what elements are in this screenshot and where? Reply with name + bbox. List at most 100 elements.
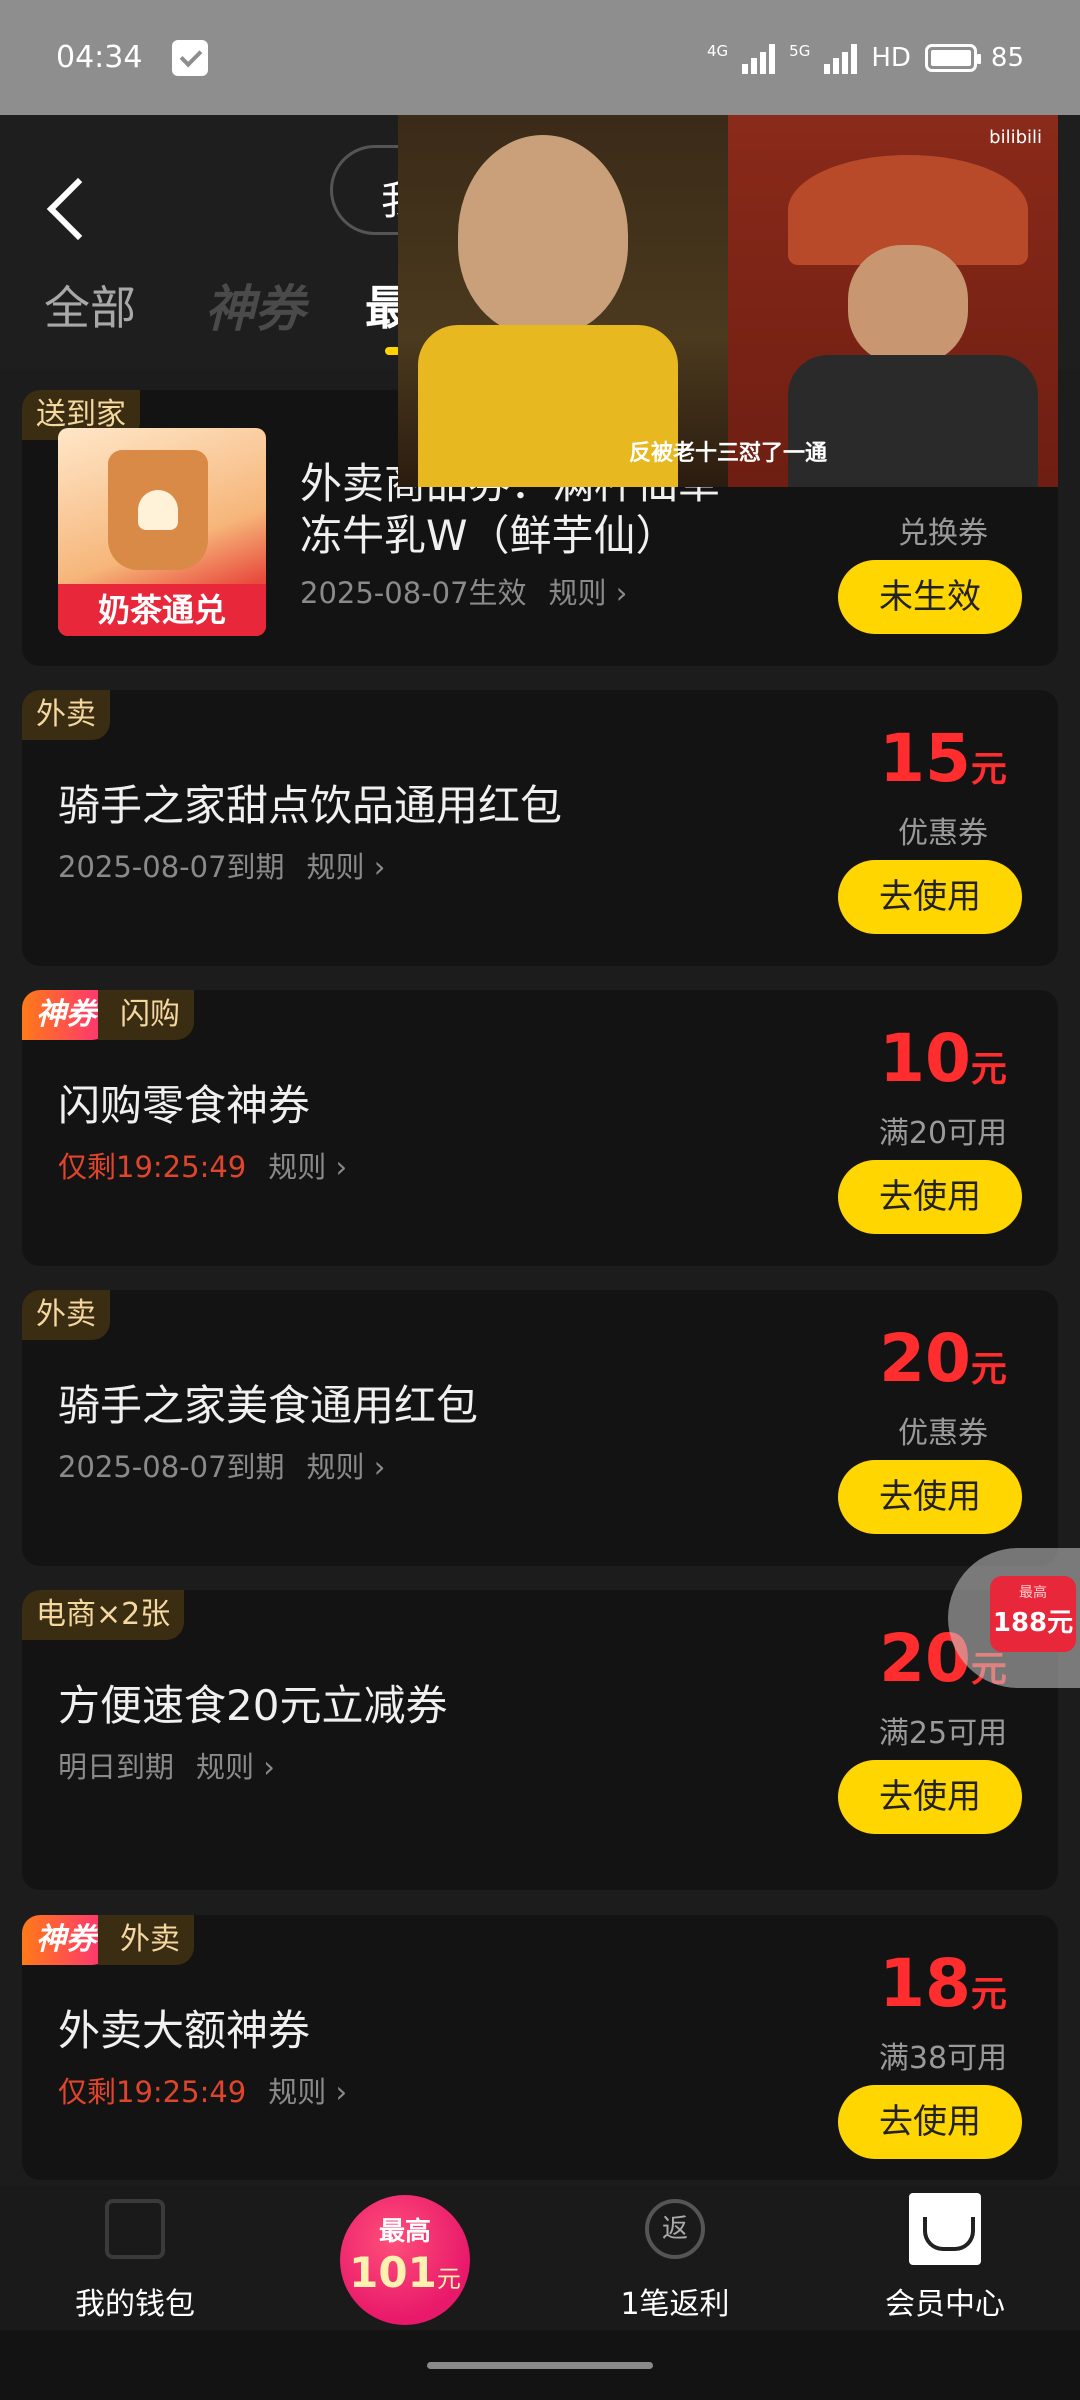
coupon-title-line2: 冻牛乳W（鲜芋仙）: [300, 511, 678, 560]
category-tag: 闪购: [98, 990, 194, 1040]
coupon-countdown: 仅剩19:25:49 规则: [58, 1144, 347, 1186]
badge-small-text: 最高: [1019, 1585, 1047, 1601]
coupon-type: 兑换券: [898, 516, 988, 551]
shenquan-tag: 神券: [22, 1915, 110, 1965]
countdown-text: 仅剩19:25:49: [58, 2075, 247, 2109]
coupon-amount: 10元: [828, 1020, 1058, 1097]
date-text: 明日到期: [58, 1750, 175, 1784]
rule-link[interactable]: 规则: [196, 1750, 275, 1784]
battery-icon: [924, 43, 981, 72]
status-bar: 04:34 4G 5G HD 85: [0, 0, 1080, 115]
date-text: 2025-08-07到期: [58, 850, 285, 884]
tag-row: 外卖: [22, 1290, 110, 1340]
coupon-condition: 满20可用: [878, 1116, 1008, 1151]
coupon-title: 骑手之家甜点饮品通用红包: [58, 781, 563, 830]
rule-link[interactable]: 规则: [549, 576, 628, 610]
tag-row: 外卖: [22, 690, 110, 740]
network-type-2: 5G: [789, 41, 811, 60]
coupon-date: 2025-08-07到期 规则: [58, 1444, 385, 1486]
coupon-card[interactable]: 神券 外卖 外卖大额神券 仅剩19:25:49 规则 18元 满38可用 去使用: [22, 1915, 1058, 2180]
floating-video-player[interactable]: bilibili 反被老十三怼了一通: [398, 115, 1058, 487]
center-amount: 101: [349, 2248, 437, 2297]
coupon-condition: 满38可用: [878, 2041, 1008, 2076]
date-text: 2025-08-07到期: [58, 1450, 285, 1484]
coupon-title: 闪购零食神券: [58, 1081, 311, 1130]
coupon-card[interactable]: 外卖 骑手之家甜点饮品通用红包 2025-08-07到期规则 15元 优惠券 去…: [22, 690, 1058, 966]
category-tag: 外卖: [98, 1915, 194, 1965]
not-active-button[interactable]: 未生效: [838, 560, 1022, 634]
nav-rebate[interactable]: 返 1笔返利: [575, 2185, 775, 2330]
coupon-date: 明日到期 规则: [58, 1744, 275, 1786]
coupon-title: 外卖大额神券: [58, 2006, 311, 2055]
nav-vip[interactable]: 会员中心: [845, 2185, 1045, 2330]
nav-wallet[interactable]: 我的钱包: [35, 2185, 235, 2330]
category-tag: 电商×2张: [22, 1590, 185, 1640]
category-tag: 外卖: [22, 690, 110, 740]
badge-amount: 188元: [992, 1608, 1074, 1638]
video-subtitle: 反被老十三怼了一通: [628, 441, 827, 466]
use-button[interactable]: 去使用: [838, 1460, 1022, 1534]
amount-value: 18: [879, 1945, 971, 2022]
rule-link[interactable]: 规则: [268, 2075, 347, 2109]
rule-link[interactable]: 规则: [307, 1450, 386, 1484]
coupon-title: 方便速食20元立减券: [58, 1681, 448, 1730]
status-time: 04:34: [56, 40, 143, 75]
amount-unit: 元: [970, 1049, 1007, 1090]
home-indicator[interactable]: [427, 2362, 653, 2369]
rule-link[interactable]: 规则: [268, 1150, 347, 1184]
rebate-icon: 返: [645, 2199, 705, 2259]
milk-tea-image: 奶茶通兑: [58, 428, 266, 636]
shenquan-tag: 神券: [22, 990, 110, 1040]
coupon-type: 优惠券: [898, 1416, 988, 1451]
coupon-card[interactable]: 神券 闪购 闪购零食神券 仅剩19:25:49 规则 10元 满20可用 去使用: [22, 990, 1058, 1266]
signal-icon: [742, 42, 776, 74]
coupon-date: 2025-08-07生效 规则: [300, 570, 627, 612]
red-packet-icon: 最高 188元: [990, 1576, 1076, 1652]
hd-label: HD: [871, 42, 911, 73]
amount-value: 20: [879, 1320, 971, 1397]
center-top-label: 最高: [378, 2217, 431, 2247]
rule-link[interactable]: 规则: [307, 850, 386, 884]
use-button[interactable]: 去使用: [838, 1760, 1022, 1834]
amount-unit: 元: [970, 1974, 1007, 2015]
tag-row: 神券 外卖: [22, 1915, 194, 1965]
amount-value: 10: [879, 1020, 971, 1097]
coupon-countdown: 仅剩19:25:49 规则: [58, 2069, 347, 2111]
use-button[interactable]: 去使用: [838, 860, 1022, 934]
tag-row: 电商×2张: [22, 1590, 185, 1640]
category-tag: 外卖: [22, 1290, 110, 1340]
image-label: 奶茶通兑: [58, 584, 266, 636]
tab-all[interactable]: 全部: [44, 272, 136, 338]
coupon-title: 骑手之家美食通用红包: [58, 1381, 479, 1430]
signal-icon-2: [824, 42, 858, 74]
nav-rebate-label: 1笔返利: [620, 2287, 730, 2322]
amount-unit: 元: [970, 1349, 1007, 1390]
bottom-nav: 我的钱包 最高 101元 返 1笔返利 会员中心: [0, 2185, 1080, 2330]
date-text: 2025-08-07生效: [300, 576, 527, 610]
coupon-condition: 满25可用: [878, 1716, 1008, 1751]
coupon-date: 2025-08-07到期 规则: [58, 844, 385, 886]
tab-shenquan[interactable]: 神券: [205, 269, 305, 341]
coupon-card[interactable]: 外卖 骑手之家美食通用红包 2025-08-07到期规则 20元 优惠券 去使用: [22, 1290, 1058, 1566]
max-reward-button[interactable]: 最高 101元: [340, 2195, 470, 2325]
countdown-text: 仅剩19:25:49: [58, 1150, 247, 1184]
center-unit: 元: [436, 2265, 461, 2293]
status-indicators: 4G 5G HD 85: [707, 42, 1024, 74]
coupon-amount: 18元: [828, 1945, 1058, 2022]
bilibili-watermark: bilibili: [989, 127, 1042, 148]
nav-wallet-label: 我的钱包: [75, 2287, 195, 2322]
use-button[interactable]: 去使用: [838, 1160, 1022, 1234]
wallet-icon: [105, 2199, 165, 2259]
coupon-type: 优惠券: [898, 816, 988, 851]
use-button[interactable]: 去使用: [838, 2085, 1022, 2159]
network-type-1: 4G: [706, 41, 729, 60]
amount-unit: 元: [970, 749, 1007, 790]
coupon-amount: 20元: [828, 1320, 1058, 1397]
battery-level: 85: [990, 42, 1024, 73]
tag-row: 神券 闪购: [22, 990, 194, 1040]
crown-basket-icon: [909, 2193, 981, 2265]
back-icon[interactable]: [44, 165, 92, 255]
coupon-card[interactable]: 电商×2张 方便速食20元立减券 明日到期规则 20元 满25可用 去使用: [22, 1590, 1058, 1890]
floating-reward-badge[interactable]: 最高 188元: [948, 1548, 1080, 1688]
cup-icon: [108, 450, 208, 570]
